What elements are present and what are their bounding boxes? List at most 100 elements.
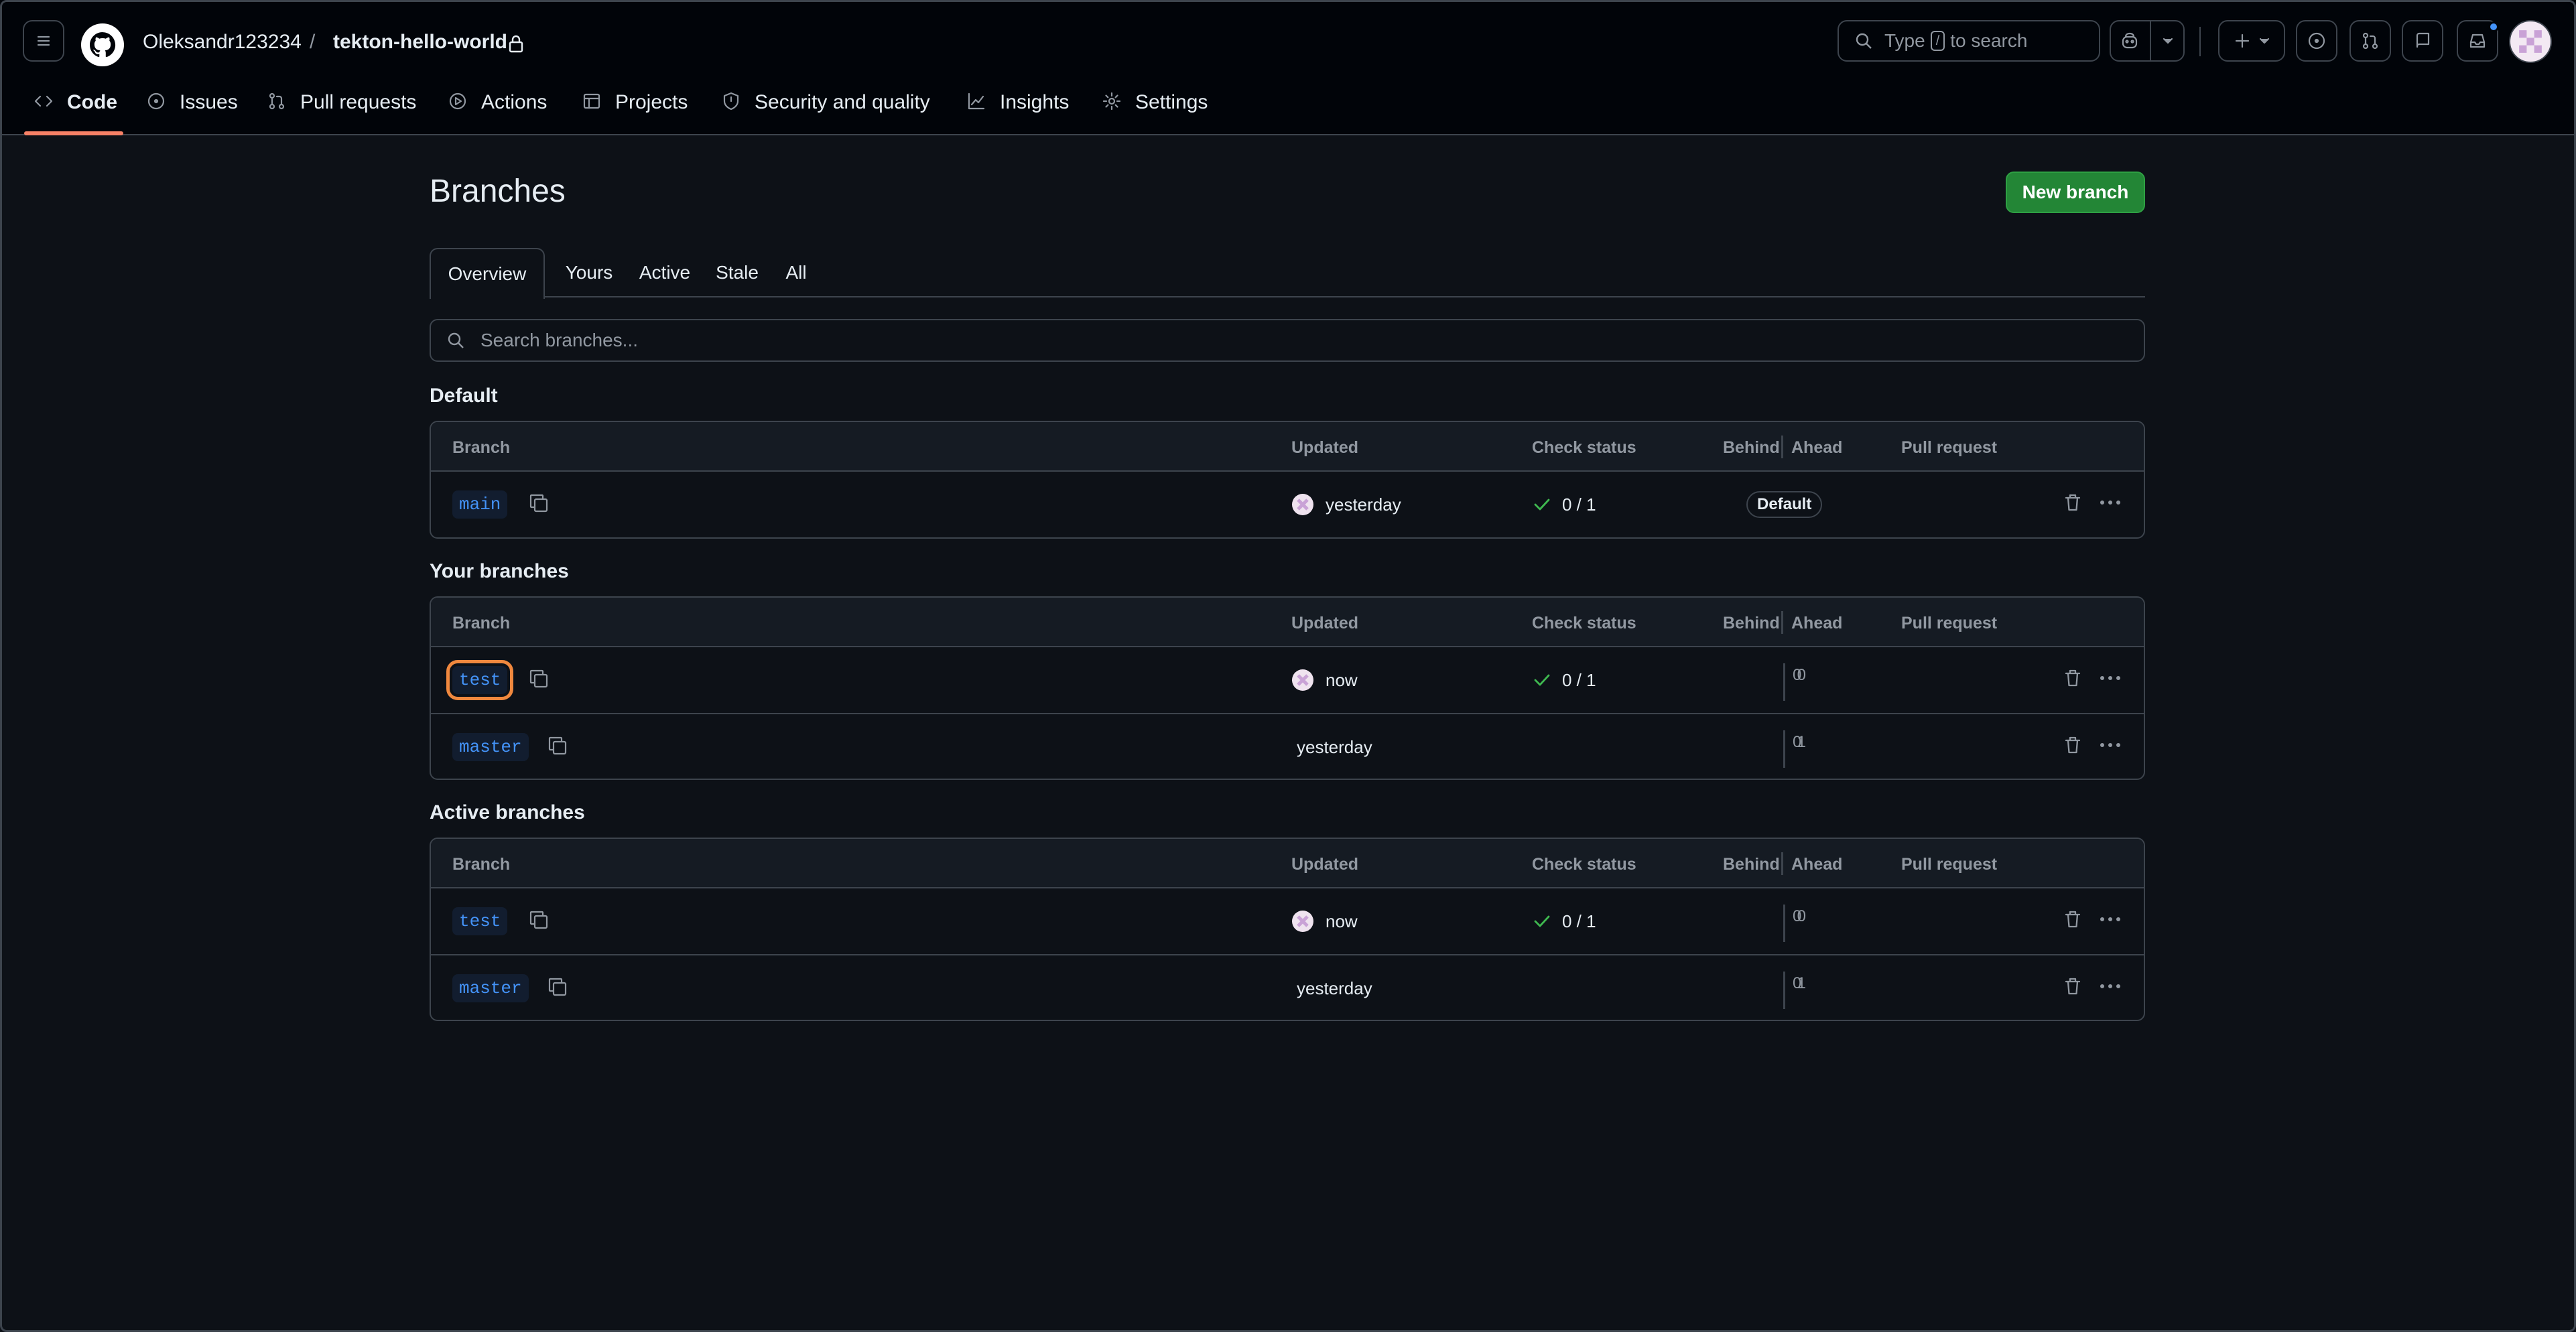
branch-search-input[interactable]: Search branches... xyxy=(430,319,2145,362)
branch-name-link[interactable]: main xyxy=(452,490,508,519)
check-status-count[interactable]: 0 / 1 xyxy=(1562,911,1596,932)
github-logo-icon[interactable] xyxy=(80,23,125,67)
tab-insights[interactable]: Insights xyxy=(966,80,1069,135)
delete-branch-button[interactable] xyxy=(2062,492,2086,517)
create-new-button[interactable] xyxy=(2218,20,2285,62)
col-behind: Behind xyxy=(1723,614,1780,632)
tab-code[interactable]: Code xyxy=(34,80,117,135)
copilot-button[interactable] xyxy=(2110,20,2185,62)
copy-branch-button[interactable] xyxy=(527,909,553,934)
search-icon xyxy=(448,332,464,348)
header-divider xyxy=(1781,611,1783,634)
more-options-button[interactable] xyxy=(2097,734,2124,760)
tab-label: Actions xyxy=(481,91,548,113)
more-options-button[interactable] xyxy=(2097,492,2124,517)
breadcrumb-owner[interactable]: Oleksandr123234 xyxy=(143,31,302,54)
updated-time: now xyxy=(1326,670,1358,690)
trash-icon xyxy=(2065,911,2081,928)
kebab-horizontal-icon xyxy=(2100,501,2120,505)
global-search-input[interactable]: Type / to search xyxy=(1838,20,2100,62)
branch-name-link[interactable]: master xyxy=(452,733,529,761)
default-badge: Default xyxy=(1746,491,1823,518)
kebab-horizontal-icon xyxy=(2100,676,2120,680)
delete-branch-button[interactable] xyxy=(2062,976,2086,1001)
breadcrumb-separator: / xyxy=(310,31,316,53)
col-branch: Branch xyxy=(452,614,511,632)
copy-branch-button[interactable] xyxy=(527,492,553,517)
gear-icon xyxy=(1102,92,1121,111)
col-behind: Behind xyxy=(1723,855,1780,874)
tab-settings[interactable]: Settings xyxy=(1102,80,1208,135)
check-success-icon[interactable] xyxy=(1532,670,1552,690)
user-avatar[interactable] xyxy=(2509,20,2552,63)
ahead-behind-divider xyxy=(1783,972,1785,1009)
branch-name-link[interactable]: master xyxy=(452,974,529,1002)
section-title-yours: Your branches xyxy=(430,560,569,582)
issue-icon xyxy=(2308,32,2325,50)
table-icon xyxy=(583,93,600,109)
issue-icon xyxy=(147,92,165,110)
copy-icon xyxy=(529,911,548,929)
tab-stale[interactable]: Stale xyxy=(704,248,770,297)
tab-issues[interactable]: Issues xyxy=(146,80,238,135)
tab-label: Projects xyxy=(615,91,688,113)
kebab-horizontal-icon xyxy=(2100,984,2120,988)
table-header: Branch Updated Check status Behind Ahead… xyxy=(431,839,2144,888)
tab-projects[interactable]: Projects xyxy=(582,80,688,135)
branch-name-link[interactable]: test xyxy=(452,907,508,935)
check-success-icon[interactable] xyxy=(1532,911,1552,931)
copy-branch-button[interactable] xyxy=(546,734,572,760)
delete-branch-button[interactable] xyxy=(2062,909,2086,934)
search-shortcut-key: / xyxy=(1930,31,1945,51)
header-divider xyxy=(1781,436,1783,458)
ahead-behind-divider xyxy=(1783,905,1785,942)
table-row: test now 0 / 1 0 0 xyxy=(431,888,2144,954)
delete-branch-button[interactable] xyxy=(2062,734,2086,760)
col-ahead: Ahead xyxy=(1791,614,1843,632)
more-options-button[interactable] xyxy=(2097,909,2124,934)
check-status-count[interactable]: 0 / 1 xyxy=(1562,494,1596,515)
avatar xyxy=(1292,669,1313,691)
copy-branch-button[interactable] xyxy=(527,667,553,693)
menu-button[interactable] xyxy=(23,20,64,62)
tab-actions[interactable]: Actions xyxy=(448,80,547,135)
col-branch: Branch xyxy=(452,855,511,874)
inbox-icon xyxy=(2469,34,2486,48)
new-branch-button[interactable]: New branch xyxy=(2006,172,2145,213)
shield-icon xyxy=(723,92,739,111)
search-placeholder: Search branches... xyxy=(480,330,639,350)
check-status-count[interactable]: 0 / 1 xyxy=(1562,670,1596,691)
tab-label: Code xyxy=(67,91,117,113)
tab-overview[interactable]: Overview xyxy=(430,248,545,299)
tab-active[interactable]: Active xyxy=(628,248,702,297)
pull-requests-button[interactable] xyxy=(2349,20,2391,62)
repositories-button[interactable] xyxy=(2402,20,2443,62)
more-options-button[interactable] xyxy=(2097,667,2124,693)
ahead-count: 0 xyxy=(1793,733,1802,751)
tab-label: Settings xyxy=(1135,91,1208,113)
ahead-count: 0 xyxy=(1793,666,1802,684)
breadcrumb-repo[interactable]: tekton-hello-world xyxy=(333,31,507,54)
more-options-button[interactable] xyxy=(2097,976,2124,1001)
col-pull-request: Pull request xyxy=(1901,614,1998,632)
delete-branch-button[interactable] xyxy=(2062,667,2086,693)
avatar xyxy=(1292,494,1313,515)
ahead-count: 0 xyxy=(1793,974,1802,992)
tab-all[interactable]: All xyxy=(773,248,820,297)
check-success-icon[interactable] xyxy=(1532,494,1552,515)
tab-yours[interactable]: Yours xyxy=(553,248,625,297)
search-suffix: to search xyxy=(1950,30,2028,51)
tab-security[interactable]: Security and quality xyxy=(721,80,930,135)
copy-icon xyxy=(529,494,548,513)
pull-request-icon xyxy=(269,92,285,110)
branch-name-link[interactable]: test xyxy=(446,660,514,700)
chevron-down-icon xyxy=(2163,38,2173,44)
copy-branch-button[interactable] xyxy=(546,976,572,1001)
ahead-behind-divider xyxy=(1783,730,1785,768)
col-pull-request: Pull request xyxy=(1901,855,1998,874)
code-icon xyxy=(34,95,53,107)
issues-button[interactable] xyxy=(2296,20,2337,62)
tab-pull-requests[interactable]: Pull requests xyxy=(267,80,416,135)
copilot-icon xyxy=(2122,32,2138,49)
updated-time: yesterday xyxy=(1297,978,1372,998)
